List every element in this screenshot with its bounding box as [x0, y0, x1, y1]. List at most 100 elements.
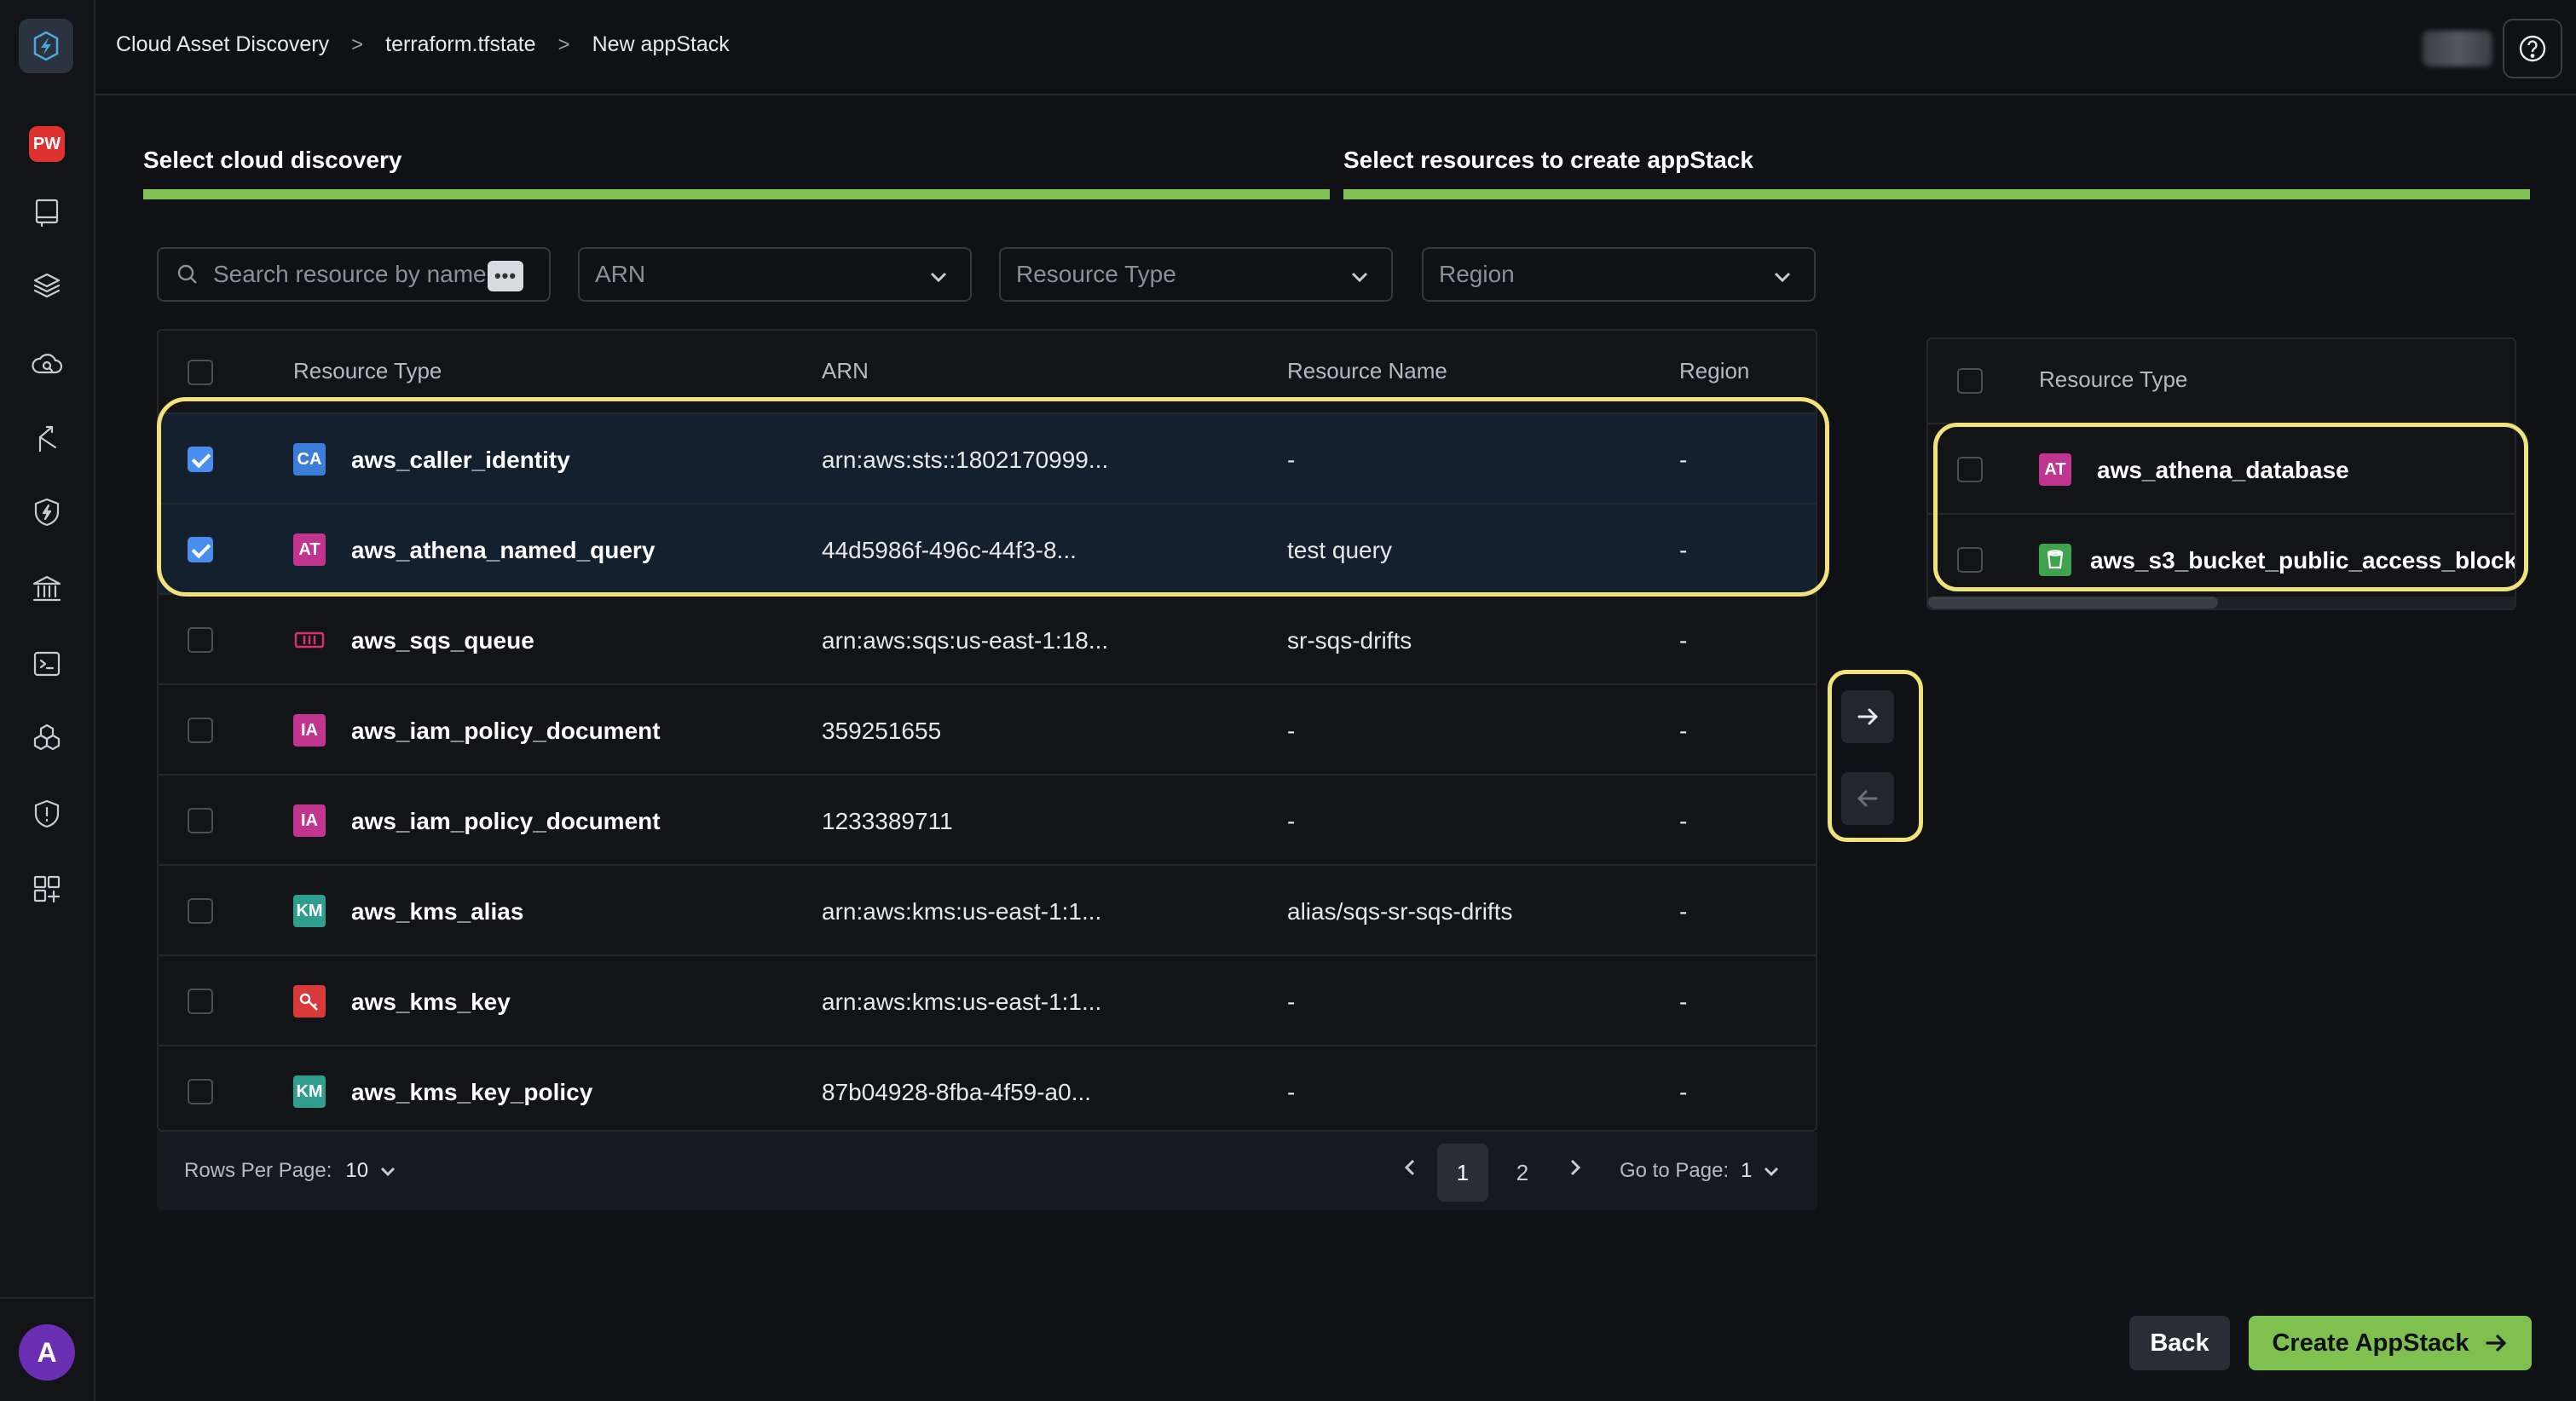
selected-table-header: Resource Type — [1928, 339, 2515, 423]
header-resource-name[interactable]: Resource Name — [1287, 358, 1447, 384]
cell-resource-type: aws_kms_alias — [351, 898, 524, 925]
cell-region: - — [1679, 898, 1688, 925]
move-right-button[interactable] — [1841, 690, 1894, 743]
cloud-search-icon[interactable] — [27, 344, 66, 383]
selected-row-checkbox[interactable] — [1957, 457, 1983, 482]
cell-resource-name: - — [1287, 718, 1296, 744]
row-checkbox[interactable] — [188, 1079, 213, 1104]
arn-filter-dropdown[interactable]: ARN — [578, 247, 972, 302]
step-1-title: Select cloud discovery — [143, 147, 402, 173]
table-row[interactable]: KM aws_kms_alias arn:aws:kms:us-east-1:1..… — [159, 864, 1816, 954]
prev-page-icon[interactable] — [1398, 1156, 1422, 1179]
header-arn[interactable]: ARN — [822, 358, 869, 384]
cell-arn: arn:aws:kms:us-east-1:1... — [822, 989, 1102, 1015]
branch-icon[interactable] — [27, 419, 66, 458]
table-row[interactable]: aws_kms_key arn:aws:kms:us-east-1:1... - - — [159, 954, 1816, 1045]
page-1-button[interactable]: 1 — [1437, 1144, 1488, 1202]
move-left-button[interactable] — [1841, 772, 1894, 825]
selected-cell-resource-type: aws_athena_database — [2097, 457, 2349, 483]
arrow-right-icon — [2485, 1335, 2506, 1352]
selected-row-checkbox[interactable] — [1957, 547, 1983, 573]
breadcrumb-item-discovery[interactable]: Cloud Asset Discovery — [116, 32, 329, 57]
row-checkbox[interactable] — [188, 808, 213, 833]
cell-arn: 44d5986f-496c-44f3-8... — [822, 537, 1077, 563]
cell-region: - — [1679, 447, 1688, 473]
resource-badge-icon: IA — [293, 804, 326, 837]
shield-alert-icon[interactable] — [27, 794, 66, 833]
table-row[interactable]: aws_sqs_queue arn:aws:sqs:us-east-1:18...… — [159, 593, 1816, 683]
page-2-button[interactable]: 2 — [1497, 1144, 1548, 1202]
bank-icon[interactable] — [27, 569, 66, 608]
cell-arn: arn:aws:kms:us-east-1:1... — [822, 898, 1102, 925]
app-logo[interactable] — [19, 19, 73, 73]
resource-badge-icon: KM — [293, 895, 326, 927]
layers-icon[interactable] — [27, 266, 66, 305]
cell-resource-type: aws_iam_policy_document — [351, 718, 661, 744]
resource-type-filter-dropdown[interactable]: Resource Type — [999, 247, 1393, 302]
cell-resource-type: aws_kms_key_policy — [351, 1079, 593, 1105]
table-row[interactable]: AT aws_athena_named_query 44d5986f-496c-44… — [159, 503, 1816, 593]
select-all-selected-checkbox[interactable] — [1957, 368, 1983, 394]
user-avatar[interactable]: A — [19, 1324, 75, 1381]
next-page-icon[interactable] — [1563, 1156, 1587, 1179]
rows-per-page-label: Rows Per Page: — [184, 1159, 332, 1182]
go-to-page-label: Go to Page: — [1620, 1159, 1730, 1182]
header-region[interactable]: Region — [1679, 358, 1749, 384]
row-checkbox[interactable] — [188, 898, 213, 924]
cell-region: - — [1679, 808, 1688, 834]
row-checkbox[interactable] — [188, 989, 213, 1014]
go-to-page-value: 1 — [1741, 1159, 1753, 1182]
apps-add-icon[interactable] — [27, 869, 66, 908]
step-1-progress — [143, 189, 1330, 199]
cell-resource-type: aws_caller_identity — [351, 447, 570, 473]
logo-icon — [33, 31, 59, 61]
back-button[interactable]: Back — [2129, 1316, 2230, 1370]
workspace-icon[interactable] — [27, 193, 66, 232]
table-header: Resource Type ARN Resource Name Region — [159, 331, 1816, 412]
selected-table-row[interactable]: AT aws_athena_database — [1928, 423, 2515, 513]
region-filter-dropdown[interactable]: Region — [1422, 247, 1816, 302]
cubes-icon[interactable] — [27, 718, 66, 757]
row-checkbox[interactable] — [188, 718, 213, 743]
step-2-progress — [1343, 189, 2530, 199]
help-button[interactable] — [2503, 19, 2562, 78]
go-to-page[interactable]: Go to Page: 1 — [1620, 1159, 1781, 1183]
cell-resource-name: - — [1287, 1079, 1296, 1105]
row-checkbox[interactable] — [188, 537, 213, 562]
header-resource-type[interactable]: Resource Type — [293, 358, 442, 384]
arn-filter-label: ARN — [595, 261, 646, 287]
cell-region: - — [1679, 989, 1688, 1015]
sidebar: PW A — [0, 0, 95, 1401]
breadcrumb-item-tfstate[interactable]: terraform.tfstate — [385, 32, 535, 57]
breadcrumb: Cloud Asset Discovery > terraform.tfstat… — [116, 32, 730, 57]
horizontal-scrollbar[interactable] — [1928, 597, 2515, 608]
table-row[interactable]: KM aws_kms_key_policy 87b04928-8fba-4f59-a… — [159, 1045, 1816, 1135]
row-checkbox[interactable] — [188, 447, 213, 472]
terminal-icon[interactable] — [27, 644, 66, 683]
chevron-down-icon — [1351, 272, 1368, 283]
row-checkbox[interactable] — [188, 627, 213, 653]
selected-table-row[interactable]: aws_s3_bucket_public_access_block — [1928, 513, 2515, 603]
shield-bolt-icon[interactable] — [27, 493, 66, 532]
selected-header-resource-type[interactable]: Resource Type — [2039, 366, 2187, 393]
rows-per-page[interactable]: Rows Per Page: 10 — [184, 1159, 397, 1183]
table-row[interactable]: CA aws_caller_identity arn:aws:sts::180217… — [159, 412, 1816, 503]
search-input[interactable] — [213, 261, 486, 288]
cell-arn: arn:aws:sts::1802170999... — [822, 447, 1109, 473]
chevron-down-icon — [381, 1167, 396, 1177]
create-appstack-button[interactable]: Create AppStack — [2249, 1316, 2532, 1370]
arrow-right-icon — [1857, 708, 1878, 725]
cell-resource-name: test query — [1287, 537, 1392, 563]
blurred-user-info — [2423, 31, 2492, 66]
table-row[interactable]: IA aws_iam_policy_document 359251655 - - — [159, 683, 1816, 774]
resource-badge-icon: AT — [2039, 453, 2071, 486]
breadcrumb-item-current: New appStack — [592, 32, 730, 56]
region-filter-label: Region — [1439, 261, 1515, 287]
project-badge[interactable]: PW — [29, 126, 65, 162]
more-options-icon[interactable]: ••• — [488, 261, 523, 291]
resource-badge-icon: AT — [293, 533, 326, 566]
table-row[interactable]: IA aws_iam_policy_document 1233389711 - - — [159, 774, 1816, 864]
cell-resource-name: alias/sqs-sr-sqs-drifts — [1287, 898, 1513, 925]
select-all-checkbox[interactable] — [188, 360, 213, 385]
scrollbar-thumb[interactable] — [1928, 597, 2218, 608]
